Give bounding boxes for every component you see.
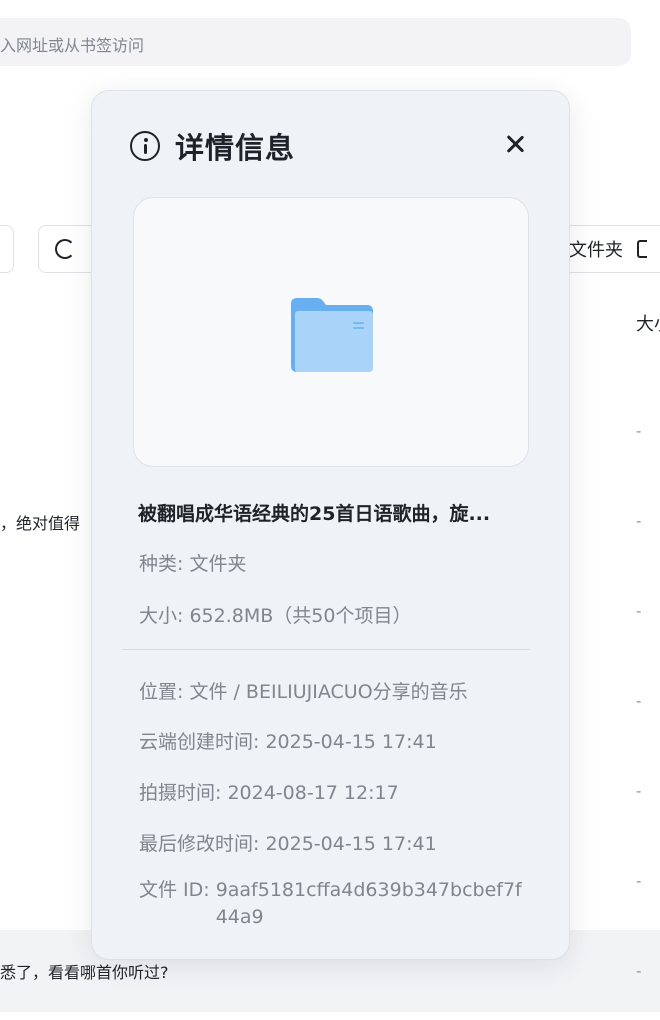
file-id-row: 文件 ID: 9aaf5181cffa4d639b347bcbef7f44a9 bbox=[139, 877, 526, 931]
new-folder-label: 文件夹 bbox=[569, 240, 623, 261]
list-item-size: - bbox=[636, 962, 642, 980]
list-item-name[interactable]: ，绝对值得 bbox=[0, 510, 80, 534]
list-item-size: - bbox=[636, 692, 642, 710]
address-bar-placeholder: 入网址或从书签访问 bbox=[0, 36, 145, 55]
list-item-size: - bbox=[636, 422, 642, 440]
file-id-value: 9aaf5181cffa4d639b347bcbef7f44a9 bbox=[215, 879, 522, 928]
type-value: 文件夹 bbox=[189, 553, 247, 575]
folder-icon bbox=[291, 298, 373, 372]
shot-time-label: 拍摄时间: bbox=[139, 782, 222, 804]
size-row: 大小: 652.8MB（共50个项目） bbox=[139, 601, 411, 628]
toolbar-button-partial[interactable] bbox=[0, 225, 14, 273]
cloud-created-value: 2025-04-15 17:41 bbox=[265, 731, 437, 753]
location-value: 文件 / BEILIUJIACUO分享的音乐 bbox=[189, 681, 468, 703]
size-value: 652.8MB（共50个项目） bbox=[189, 605, 412, 627]
modified-value: 2025-04-15 17:41 bbox=[265, 833, 437, 855]
close-button[interactable] bbox=[500, 129, 530, 159]
shot-time-row: 拍摄时间: 2024-08-17 12:17 bbox=[139, 778, 399, 805]
dialog-header: 详情信息 bbox=[130, 125, 295, 167]
list-item-size: - bbox=[636, 602, 642, 620]
list-item-size: - bbox=[636, 782, 642, 800]
list-item-size: - bbox=[636, 872, 642, 890]
shot-time-value: 2024-08-17 12:17 bbox=[227, 782, 399, 804]
info-icon bbox=[130, 131, 160, 161]
refresh-icon bbox=[55, 239, 75, 259]
size-label: 大小: bbox=[139, 605, 184, 627]
type-row: 种类: 文件夹 bbox=[139, 549, 246, 576]
file-name: 被翻唱成华语经典的25首日语歌曲，旋... bbox=[138, 503, 491, 525]
location-row: 位置: 文件 / BEILIUJIACUO分享的音乐 bbox=[139, 677, 468, 704]
divider bbox=[122, 649, 530, 650]
type-label: 种类: bbox=[139, 553, 184, 575]
cloud-created-label: 云端创建时间: bbox=[139, 731, 260, 753]
cloud-created-row: 云端创建时间: 2025-04-15 17:41 bbox=[139, 727, 437, 754]
details-dialog: 详情信息 被翻唱成华语经典的25首日语歌曲，旋... 种类: 文件夹 大小: 6… bbox=[91, 90, 570, 960]
dialog-title: 详情信息 bbox=[175, 131, 296, 165]
file-preview bbox=[133, 197, 529, 467]
location-label: 位置: bbox=[139, 681, 184, 703]
file-id-label: 文件 ID: bbox=[139, 879, 210, 901]
modified-row: 最后修改时间: 2025-04-15 17:41 bbox=[139, 829, 437, 856]
list-item-name[interactable]: 悉了，看看哪首你听过? bbox=[0, 959, 169, 983]
column-header-size: 大小 bbox=[636, 314, 660, 335]
list-item-size: - bbox=[636, 512, 642, 530]
modified-label: 最后修改时间: bbox=[139, 833, 260, 855]
toolbar-next-button-icon bbox=[637, 240, 647, 258]
